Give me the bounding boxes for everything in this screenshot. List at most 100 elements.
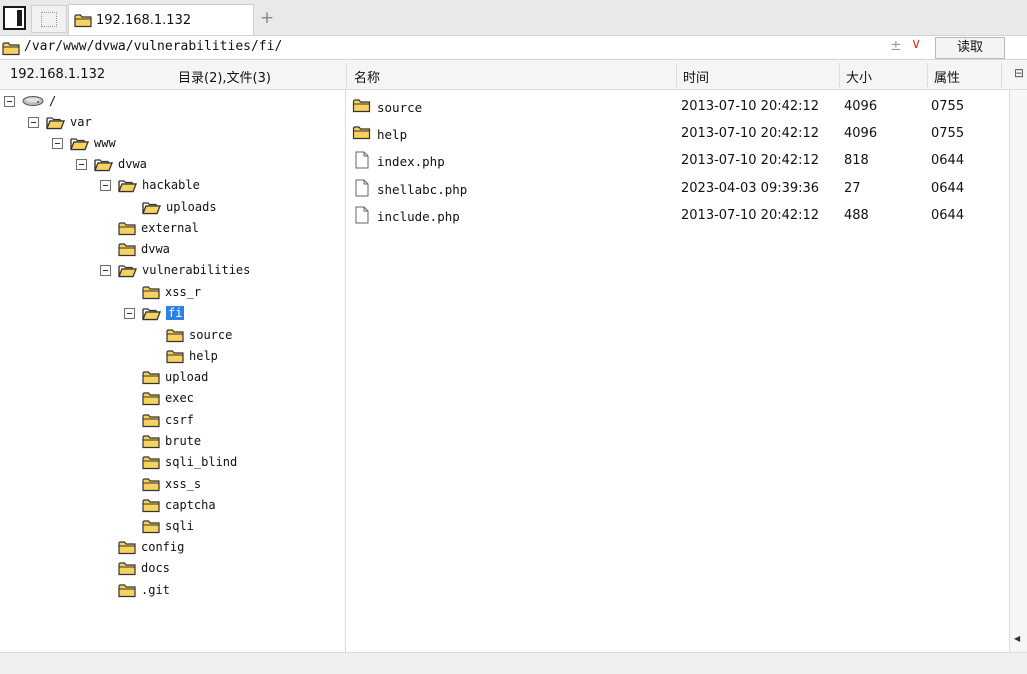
file-attr: 0755 [931,99,965,114]
folder-icon [118,242,136,257]
tree-node[interactable]: uploads [142,197,217,217]
tree-node[interactable]: help [166,346,218,366]
folder-icon [118,540,136,555]
read-button[interactable]: 读取 [935,37,1005,59]
directory-tree: / var www dvwa hackable uploads external… [0,90,346,652]
file-attr: 0755 [931,126,965,141]
tree-node[interactable]: dvwa [76,154,147,174]
tab-bar: 192.168.1.132 + [0,0,1027,36]
bookmark-toggle-icon[interactable]: ± [890,38,902,54]
file-name: index.php [377,154,445,169]
folder-open-icon [118,263,137,278]
tree-node[interactable]: dvwa [118,239,170,259]
folder-open-icon [118,178,137,193]
folder-icon [142,434,160,449]
file-attr: 0644 [931,153,965,168]
file-time: 2013-07-10 20:42:12 [681,208,820,223]
tree-node[interactable]: var [28,112,92,132]
collapse-toggle-icon[interactable] [4,95,15,107]
file-row[interactable]: shellabc.php 2023-04-03 09:39:36 27 0644 [347,176,1009,203]
file-size: 27 [844,181,861,196]
file-size: 488 [844,208,869,223]
host-label: 192.168.1.132 [10,67,106,82]
file-row[interactable]: index.php 2013-07-10 20:42:12 818 0644 [347,148,1009,175]
tree-node[interactable]: exec [142,388,194,408]
tab-blank[interactable] [31,5,67,33]
folder-icon [142,498,160,513]
collapse-toggle-icon[interactable] [124,307,135,319]
tree-node[interactable]: .git [118,580,170,600]
layout-toggle-icon[interactable] [3,6,26,30]
tree-node[interactable]: source [166,325,232,345]
folder-icon [118,561,136,576]
folder-icon [142,285,160,300]
side-panel-strip [1009,90,1027,652]
new-tab-button[interactable]: + [259,8,275,28]
column-time[interactable]: 时间 [683,67,709,86]
folder-icon [118,221,136,236]
tree-node[interactable]: / [4,91,56,111]
file-name: help [377,127,408,142]
tree-node[interactable]: external [118,218,199,238]
folder-icon [352,98,371,113]
folder-icon [74,13,92,28]
tree-node[interactable]: upload [142,367,208,387]
chevron-down-icon[interactable]: ∨ [911,36,921,52]
tree-node[interactable]: captcha [142,495,216,515]
folder-icon [2,41,20,56]
file-row[interactable]: include.php 2013-07-10 20:42:12 488 0644 [347,203,1009,230]
collapse-toggle-icon[interactable] [52,137,63,149]
folder-icon [142,413,160,428]
file-icon [355,179,369,197]
path-input[interactable]: /var/www/dvwa/vulnerabilities/fi/ [24,39,282,54]
tree-node[interactable]: sqli_blind [142,452,237,472]
folder-icon [166,349,184,364]
blank-page-icon [41,12,57,27]
status-bar [0,652,1027,674]
tree-node[interactable]: docs [118,558,170,578]
file-row[interactable]: source 2013-07-10 20:42:12 4096 0755 [347,94,1009,121]
tree-node[interactable]: config [118,537,184,557]
file-name: shellabc.php [377,182,468,197]
tree-node[interactable]: vulnerabilities [100,260,250,280]
file-time: 2013-07-10 20:42:12 [681,126,820,141]
scroll-left-icon[interactable]: ◀ [1014,634,1020,643]
file-time: 2013-07-10 20:42:12 [681,153,820,168]
tree-node[interactable]: csrf [142,410,194,430]
file-row[interactable]: help 2013-07-10 20:42:12 4096 0755 [347,121,1009,148]
file-list: source 2013-07-10 20:42:12 4096 0755 hel… [347,90,1009,652]
address-bar: /var/www/dvwa/vulnerabilities/fi/ ± ∨ 读取 [0,36,1027,60]
tree-node[interactable]: xss_r [142,282,201,302]
collapse-toggle-icon[interactable] [100,179,111,191]
file-size: 4096 [844,126,878,141]
collapse-toggle-icon[interactable] [76,158,87,170]
directory-summary: 目录(2),文件(3) [178,71,271,86]
collapse-panel-icon[interactable]: ⊟ [1014,66,1024,80]
tab-active[interactable]: 192.168.1.132 [68,4,254,35]
collapse-toggle-icon[interactable] [28,116,39,128]
tree-node[interactable]: brute [142,431,201,451]
column-header-row: 192.168.1.132 目录(2),文件(3) 名称 时间 大小 属性 ⊟ [0,60,1027,90]
file-icon [355,206,369,224]
folder-icon [166,328,184,343]
file-icon [355,151,369,169]
drive-icon [22,95,44,107]
collapse-toggle-icon[interactable] [100,264,111,276]
file-attr: 0644 [931,208,965,223]
folder-icon [118,583,136,598]
tree-node[interactable]: hackable [100,175,200,195]
folder-icon [142,370,160,385]
folder-open-icon [46,115,65,130]
tree-node[interactable]: xss_s [142,474,201,494]
folder-icon [142,477,160,492]
column-attr[interactable]: 属性 [934,67,960,86]
folder-open-icon [70,136,89,151]
column-size[interactable]: 大小 [846,67,872,86]
file-size: 818 [844,153,869,168]
tree-node[interactable]: www [52,133,116,153]
tree-node-selected[interactable]: fi [124,303,185,323]
column-name[interactable]: 名称 [354,67,380,86]
folder-icon [142,519,160,534]
file-time: 2023-04-03 09:39:36 [681,181,820,196]
tree-node[interactable]: sqli [142,516,194,536]
